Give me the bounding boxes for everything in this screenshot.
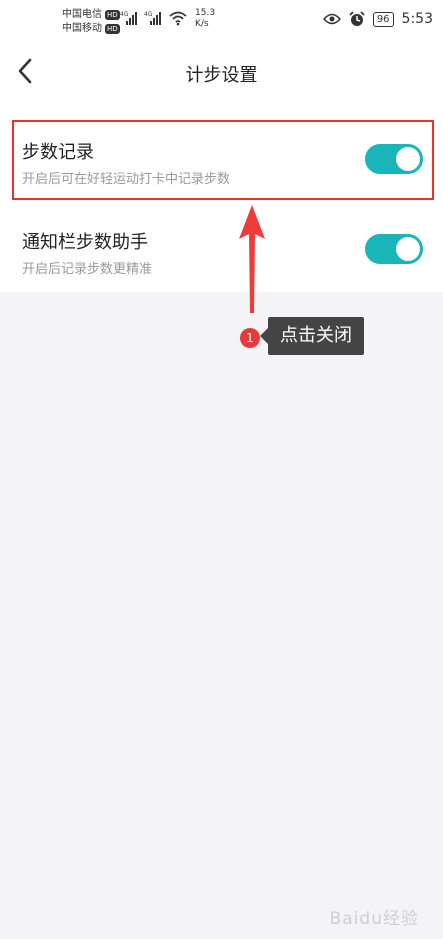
step-badge: 1 [240, 328, 260, 348]
toggle-knob [396, 237, 420, 261]
carrier-2: 中国移动 [62, 23, 102, 34]
svg-text:4G: 4G [144, 11, 153, 18]
alarm-icon [349, 11, 365, 26]
battery-icon: 96 [372, 11, 394, 27]
network-speed: 15.3 K/s [195, 8, 215, 30]
signal-icon: 4G [144, 11, 161, 25]
status-bar: 中国电信 HD 中国移动 HD 4G 4G 15.3 K/s 96 5:53 [0, 0, 443, 44]
speed-value: 15.3 [195, 8, 216, 18]
speed-unit: K/s [195, 19, 209, 29]
svg-text:4G: 4G [120, 11, 129, 18]
signal-icons: 4G 4G [120, 10, 188, 26]
instruction-tooltip: 点击关闭 [260, 317, 364, 355]
notification-helper-toggle[interactable] [365, 234, 423, 264]
clock-time: 5:53 [401, 11, 433, 27]
watermark: Baidu经验 [329, 909, 419, 929]
carrier-info: 中国电信 HD 中国移动 HD [62, 8, 120, 36]
setting-label: 通知栏步数助手 [22, 232, 148, 253]
app-header: 计步设置 [0, 44, 443, 100]
hd-badge: HD [105, 10, 120, 20]
hd-badge: HD [105, 24, 120, 34]
signal-icon: 4G [120, 11, 137, 25]
carrier-1: 中国电信 [62, 9, 102, 20]
wifi-icon [169, 11, 187, 26]
setting-notification-helper: 通知栏步数助手 开启后记录步数更精准 [0, 200, 443, 290]
right-status: 96 5:53 [322, 11, 433, 27]
highlight-box [12, 120, 434, 200]
page-title: 计步设置 [185, 65, 258, 86]
eye-icon [322, 13, 341, 25]
setting-description: 开启后记录步数更精准 [22, 262, 153, 277]
arrow-up-icon [239, 205, 265, 313]
